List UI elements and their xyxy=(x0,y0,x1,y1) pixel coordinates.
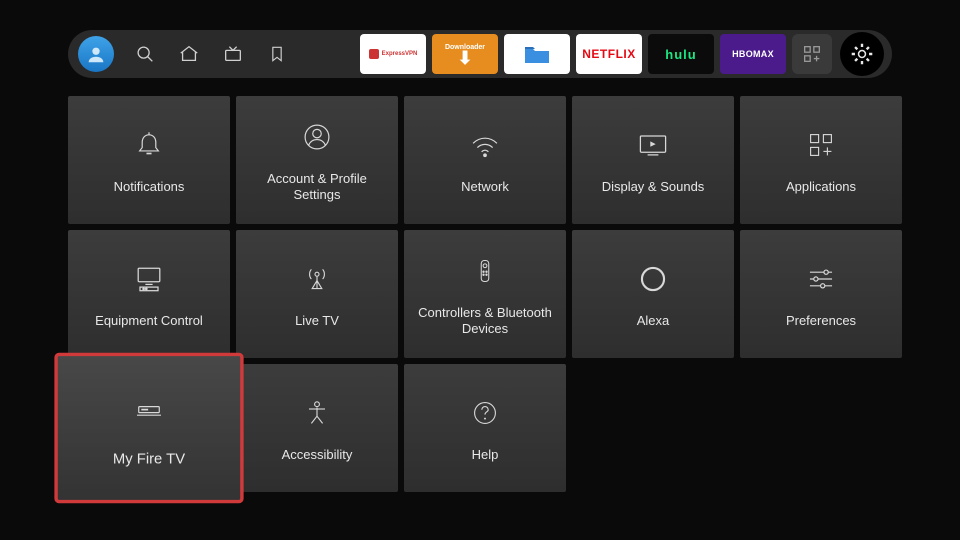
app-tile-downloader[interactable]: Downloader⬇ xyxy=(432,34,498,74)
help-icon xyxy=(465,393,505,433)
app-label: HBOMAX xyxy=(732,49,774,59)
live-tv-icon[interactable] xyxy=(220,41,246,67)
tile-label: Account & Profile Settings xyxy=(247,171,387,204)
settings-tile-alexa[interactable]: Alexa xyxy=(572,230,734,358)
settings-button[interactable] xyxy=(840,32,884,76)
tile-label: Accessibility xyxy=(282,447,353,463)
applications-icon xyxy=(801,125,841,165)
settings-tile-help[interactable]: Help xyxy=(404,364,566,492)
settings-grid: Notifications Account & Profile Settings… xyxy=(68,96,898,492)
search-icon[interactable] xyxy=(132,41,158,67)
tile-label: My Fire TV xyxy=(113,450,185,469)
app-tile-hbomax[interactable]: HBOMAX xyxy=(720,34,786,74)
bell-icon xyxy=(129,125,169,165)
bookmark-icon[interactable] xyxy=(264,41,290,67)
remote-icon xyxy=(465,251,505,291)
download-arrow-icon: ⬇ xyxy=(457,51,472,65)
wifi-icon xyxy=(465,125,505,165)
home-icon[interactable] xyxy=(176,41,202,67)
app-label: NETFLIX xyxy=(582,47,636,61)
apps-grid-button[interactable] xyxy=(792,34,832,74)
settings-tile-display[interactable]: Display & Sounds xyxy=(572,96,734,224)
app-tile-expressvpn[interactable]: ExpressVPN xyxy=(360,34,426,74)
settings-tile-network[interactable]: Network xyxy=(404,96,566,224)
settings-tile-notifications[interactable]: Notifications xyxy=(68,96,230,224)
gear-icon xyxy=(849,41,875,67)
tile-label: Network xyxy=(461,179,509,195)
account-icon xyxy=(297,117,337,157)
tile-label: Display & Sounds xyxy=(602,179,705,195)
folder-icon xyxy=(523,43,551,65)
top-nav-bar: ExpressVPN Downloader⬇ NETFLIX hulu HBOM… xyxy=(68,30,892,78)
accessibility-icon xyxy=(297,393,337,433)
settings-tile-controllers[interactable]: Controllers & Bluetooth Devices xyxy=(404,230,566,358)
app-label: ExpressVPN xyxy=(382,51,418,57)
settings-tile-accessibility[interactable]: Accessibility xyxy=(236,364,398,492)
app-label: hulu xyxy=(665,47,696,62)
profile-avatar[interactable] xyxy=(78,36,114,72)
tile-label: Applications xyxy=(786,179,856,195)
tile-label: Equipment Control xyxy=(95,313,203,329)
sliders-icon xyxy=(801,259,841,299)
antenna-icon xyxy=(297,259,337,299)
tile-label: Notifications xyxy=(114,179,185,195)
equipment-icon xyxy=(129,259,169,299)
tile-label: Live TV xyxy=(295,313,339,329)
settings-tile-livetv[interactable]: Live TV xyxy=(236,230,398,358)
app-tile-hulu[interactable]: hulu xyxy=(648,34,714,74)
app-tile-esfile[interactable] xyxy=(504,34,570,74)
tile-label: Preferences xyxy=(786,313,856,329)
user-icon xyxy=(85,43,107,65)
settings-tile-equipment[interactable]: Equipment Control xyxy=(68,230,230,358)
tile-label: Help xyxy=(472,447,499,463)
settings-tile-account[interactable]: Account & Profile Settings xyxy=(236,96,398,224)
settings-tile-applications[interactable]: Applications xyxy=(740,96,902,224)
tile-label: Alexa xyxy=(637,313,670,329)
firetv-device-icon xyxy=(126,388,172,434)
app-tile-netflix[interactable]: NETFLIX xyxy=(576,34,642,74)
display-icon xyxy=(633,125,673,165)
tile-label: Controllers & Bluetooth Devices xyxy=(415,305,555,338)
top-nav-left xyxy=(76,36,290,72)
top-nav-right: ExpressVPN Downloader⬇ NETFLIX hulu HBOM… xyxy=(360,32,884,76)
alexa-icon xyxy=(633,259,673,299)
settings-tile-myfiretv[interactable]: My Fire TV xyxy=(57,355,242,501)
settings-tile-preferences[interactable]: Preferences xyxy=(740,230,902,358)
